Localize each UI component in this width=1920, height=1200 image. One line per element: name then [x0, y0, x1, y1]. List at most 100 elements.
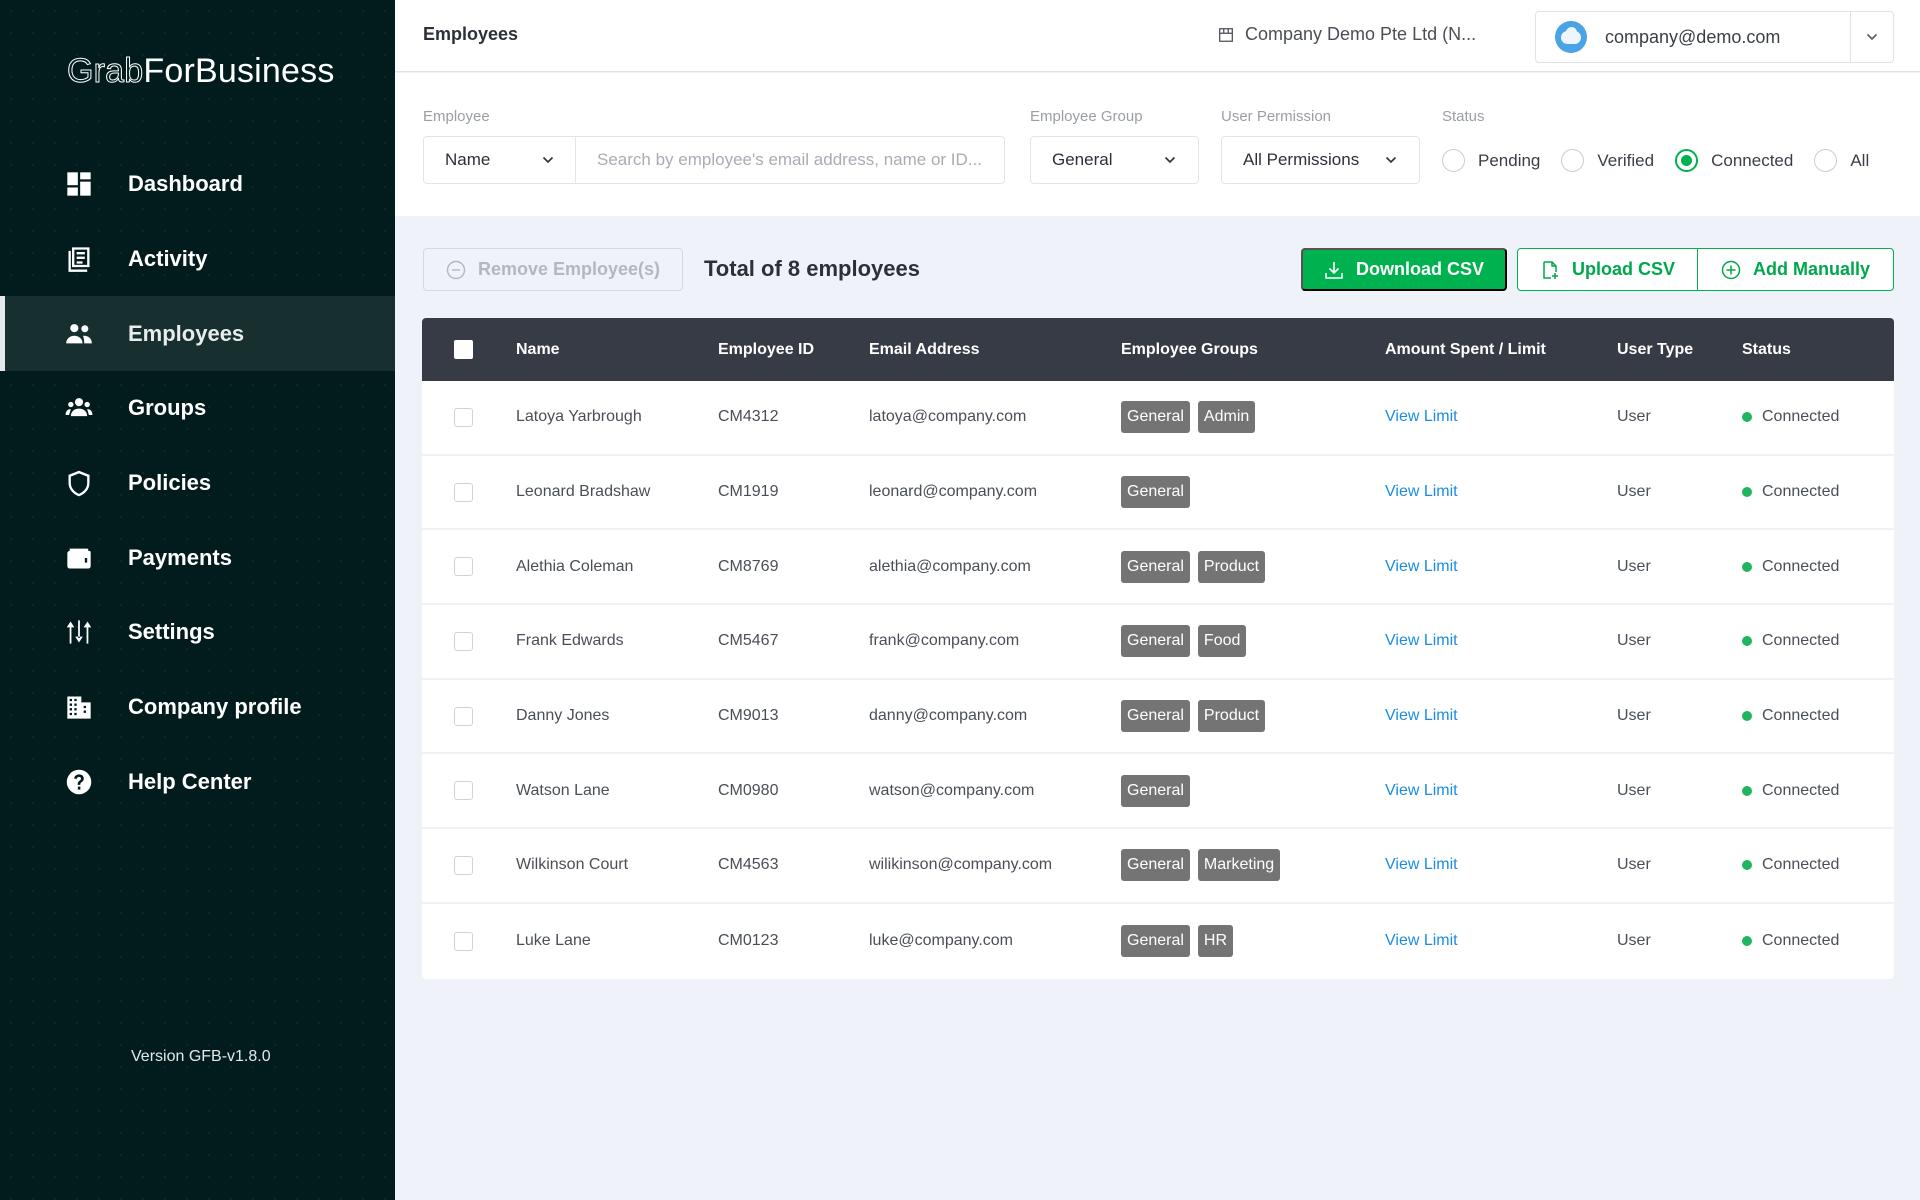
table-row[interactable]: Alethia Coleman CM8769 alethia@company.c…	[422, 530, 1894, 606]
radio-circle[interactable]	[1814, 149, 1838, 172]
view-limit-link[interactable]: View Limit	[1385, 856, 1458, 874]
column-header-groups[interactable]: Employee Groups	[1121, 341, 1258, 359]
row-checkbox[interactable]	[454, 706, 473, 726]
table-row[interactable]: Latoya Yarbrough CM4312 latoya@company.c…	[422, 381, 1894, 456]
sidebar-item-label: Policies	[128, 470, 212, 496]
status-badge: Connected	[1742, 932, 1839, 950]
company-selector[interactable]: Company Demo Pte Ltd (N...	[1217, 24, 1476, 45]
view-limit-link[interactable]: View Limit	[1385, 408, 1458, 426]
search-input[interactable]	[597, 150, 1004, 170]
sidebar-item-activity[interactable]: Activity	[0, 222, 395, 297]
employee-id: CM5467	[718, 632, 779, 650]
row-checkbox[interactable]	[454, 781, 473, 801]
table-row[interactable]: Wilkinson Court CM4563 wilikinson@compan…	[422, 829, 1894, 904]
download-csv-button[interactable]: Download CSV	[1301, 248, 1507, 291]
status-badge: Connected	[1742, 558, 1839, 576]
download-icon	[1325, 261, 1343, 279]
user-permission-value: All Permissions	[1243, 150, 1360, 169]
radio-circle[interactable]	[1442, 149, 1465, 172]
status-text: Connected	[1762, 632, 1840, 650]
status-dot-icon	[1742, 860, 1752, 871]
search-field[interactable]	[575, 136, 1005, 184]
status-filter-label: Status	[1442, 108, 1485, 125]
column-header-name[interactable]: Name	[516, 341, 560, 359]
employee-group-select[interactable]: General	[1030, 136, 1199, 184]
table-row[interactable]: Luke Lane CM0123 luke@company.com Genera…	[422, 904, 1894, 979]
status-dot-icon	[1742, 487, 1752, 498]
group-tag: General	[1121, 550, 1190, 583]
view-limit-link[interactable]: View Limit	[1385, 782, 1458, 800]
view-limit-link[interactable]: View Limit	[1385, 632, 1458, 650]
group-tag: HR	[1197, 925, 1234, 958]
row-checkbox[interactable]	[454, 482, 473, 502]
sidebar-item-company-profile[interactable]: Company profile	[0, 670, 395, 745]
row-checkbox[interactable]	[454, 931, 473, 951]
employee-field-select[interactable]: Name	[423, 136, 576, 184]
sidebar-item-dashboard[interactable]: Dashboard	[0, 147, 395, 222]
sliders-icon	[64, 617, 94, 647]
user-type: User	[1617, 932, 1651, 950]
chevron-down-icon	[542, 156, 554, 164]
chevron-down-icon	[1164, 156, 1176, 164]
select-all-checkbox[interactable]	[454, 340, 473, 359]
table-body: Latoya Yarbrough CM4312 latoya@company.c…	[422, 381, 1894, 979]
view-limit-link[interactable]: View Limit	[1385, 932, 1458, 950]
company-name: Company Demo Pte Ltd (N...	[1245, 24, 1477, 44]
row-checkbox[interactable]	[454, 557, 473, 577]
group-tag: Admin	[1197, 401, 1256, 434]
column-header-status[interactable]: Status	[1742, 341, 1791, 359]
employee-groups: General	[1121, 476, 1190, 509]
group-tag: Product	[1197, 700, 1266, 733]
radio-circle[interactable]	[1675, 149, 1699, 172]
status-radio-verified[interactable]: Verified	[1561, 149, 1654, 172]
account-menu[interactable]: company@demo.com	[1535, 11, 1894, 63]
chevron-down-icon[interactable]	[1850, 12, 1893, 62]
column-header-email[interactable]: Email Address	[869, 341, 980, 359]
avatar	[1555, 21, 1587, 53]
shield-icon	[64, 468, 94, 498]
row-checkbox[interactable]	[454, 407, 473, 427]
employee-id: CM9013	[718, 707, 779, 725]
sidebar: GrabForBusiness Dashboard Activity Emplo…	[0, 0, 395, 1200]
view-limit-link[interactable]: View Limit	[1385, 707, 1458, 725]
view-limit-link[interactable]: View Limit	[1385, 558, 1458, 576]
sidebar-item-label: Groups	[128, 395, 207, 421]
radio-circle[interactable]	[1561, 149, 1585, 172]
status-badge: Connected	[1742, 782, 1839, 800]
group-tag: General	[1121, 774, 1190, 807]
status-radio-pending[interactable]: Pending	[1442, 149, 1540, 172]
page-title: Employees	[423, 24, 519, 44]
sidebar-item-groups[interactable]: Groups	[0, 371, 395, 446]
sidebar-item-help-center[interactable]: Help Center	[0, 745, 395, 820]
row-checkbox[interactable]	[454, 855, 473, 875]
table-row[interactable]: Leonard Bradshaw CM1919 leonard@company.…	[422, 456, 1894, 531]
grabforbusiness-logo[interactable]: GrabForBusiness	[66, 52, 335, 91]
employee-total: Total of 8 employees	[704, 256, 920, 281]
employee-email: danny@company.com	[869, 707, 1028, 725]
sidebar-item-employees[interactable]: Employees	[0, 296, 395, 372]
add-manually-button[interactable]: Add Manually	[1698, 249, 1893, 290]
sidebar-item-payments[interactable]: Payments	[0, 520, 395, 595]
radio-label: All	[1850, 150, 1870, 170]
employee-id: CM4312	[718, 408, 779, 426]
remove-employees-button[interactable]: Remove Employee(s)	[423, 248, 683, 291]
sidebar-nav: Dashboard Activity Employees Groups Poli…	[0, 147, 395, 819]
view-limit-link[interactable]: View Limit	[1385, 483, 1458, 501]
user-permission-select[interactable]: All Permissions	[1221, 136, 1420, 184]
column-header-user-type[interactable]: User Type	[1617, 341, 1693, 359]
employee-name: Wilkinson Court	[516, 856, 629, 874]
user-type: User	[1617, 781, 1651, 799]
sidebar-item-policies[interactable]: Policies	[0, 446, 395, 521]
column-header-employee-id[interactable]: Employee ID	[718, 341, 814, 359]
row-checkbox[interactable]	[454, 631, 473, 651]
employee-id: CM4563	[718, 856, 779, 874]
status-radio-connected[interactable]: Connected	[1675, 149, 1793, 172]
column-header-limit[interactable]: Amount Spent / Limit	[1385, 341, 1546, 359]
table-row[interactable]: Danny Jones CM9013 danny@company.com Gen…	[422, 680, 1894, 755]
upload-csv-button[interactable]: Upload CSV	[1518, 249, 1698, 290]
status-badge: Connected	[1742, 707, 1839, 725]
status-radio-all[interactable]: All	[1814, 149, 1869, 172]
sidebar-item-settings[interactable]: Settings	[0, 595, 395, 670]
table-row[interactable]: Watson Lane CM0980 watson@company.com Ge…	[422, 754, 1894, 830]
table-row[interactable]: Frank Edwards CM5467 frank@company.com G…	[422, 605, 1894, 680]
